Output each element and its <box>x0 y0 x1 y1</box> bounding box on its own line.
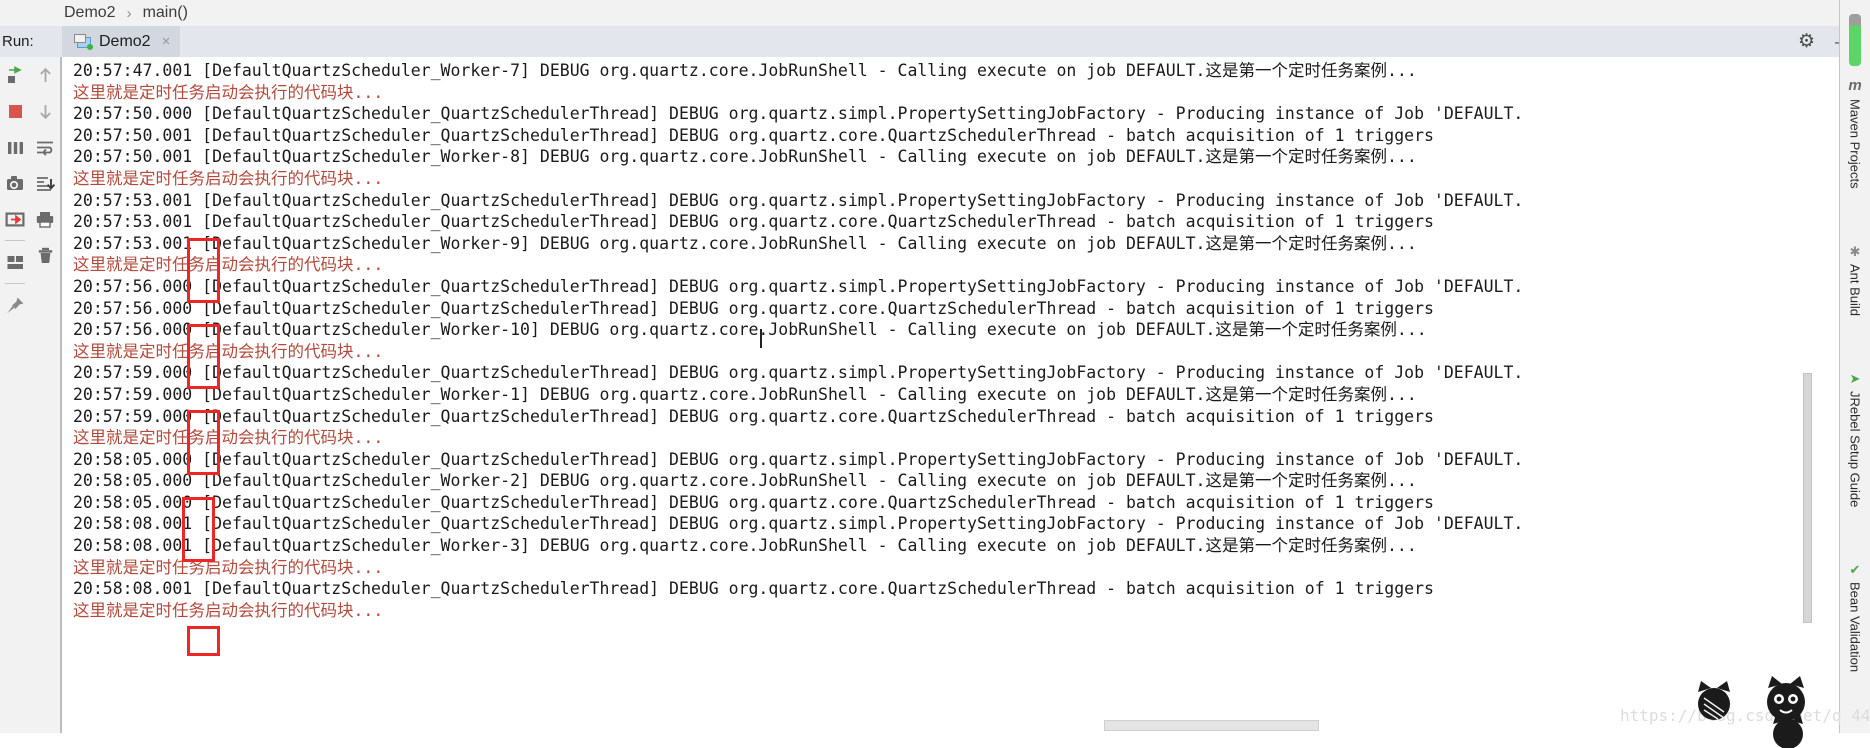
run-tab-demo2[interactable]: Demo2 × <box>62 26 181 57</box>
rrail-label: JRebel Setup Guide <box>1847 390 1863 507</box>
rrail-item-bean-validation[interactable]: ✔ Bean Validation <box>1848 557 1863 686</box>
close-icon[interactable]: × <box>162 33 171 50</box>
cat-sticker-2 <box>1768 712 1808 748</box>
rrail-label: Maven Projects <box>1847 99 1863 189</box>
bean-validation-icon: ✔ <box>1849 562 1861 577</box>
divider <box>5 240 25 241</box>
console-line-log: 20:57:53.001 [DefaultQuartzScheduler_Wor… <box>73 233 1417 253</box>
console-line-log: 20:57:59.000 [DefaultQuartzScheduler_Wor… <box>73 384 1417 404</box>
maven-icon: m <box>1848 77 1862 94</box>
watermark: https://blog.csdn.net/q 4424158 <box>1620 706 1870 725</box>
console-line-log: 20:58:05.000 [DefaultQuartzScheduler_Wor… <box>73 471 1417 491</box>
ant-icon: ✱ <box>1849 243 1861 259</box>
console-line-chinese: 这里就是定时任务启动会执行的代码块... <box>73 255 384 275</box>
rrail-item-jrebel-setup-guide[interactable]: ➤ JRebel Setup Guide <box>1848 366 1863 521</box>
console-line-log: 20:58:08.001 [DefaultQuartzScheduler_Wor… <box>73 536 1417 556</box>
soft-wrap-icon[interactable] <box>30 129 60 165</box>
pin-tab-icon[interactable] <box>0 287 30 323</box>
pause-icon[interactable] <box>0 129 30 165</box>
text-caret <box>760 329 762 348</box>
clear-all-icon[interactable] <box>30 237 60 273</box>
console-line-chinese: 这里就是定时任务启动会执行的代码块... <box>73 557 384 577</box>
ide-run-console-screenshot: Demo2 › main() Run: Demo2 × ⚙ — <box>0 0 1870 748</box>
console-line-log: 20:58:05.000 [DefaultQuartzScheduler_Qua… <box>73 449 1524 469</box>
console-line-chinese: 这里就是定时任务启动会执行的代码块... <box>73 600 384 620</box>
divider <box>5 283 25 284</box>
down-arrow-icon[interactable] <box>30 93 60 129</box>
dump-threads-icon[interactable] <box>0 165 30 201</box>
run-tab-label: Demo2 <box>99 32 151 50</box>
console-line-log: 20:57:53.001 [DefaultQuartzScheduler_Qua… <box>73 190 1524 210</box>
scroll-to-end-icon[interactable] <box>30 165 60 201</box>
scrollbar-thumb[interactable] <box>1803 373 1812 623</box>
breadcrumb: Demo2 › main() <box>0 0 1870 27</box>
console-line-log: 20:57:50.001 [DefaultQuartzScheduler_Qua… <box>73 125 1434 145</box>
console-line-log: 20:57:56.000 [DefaultQuartzScheduler_Qua… <box>73 276 1524 296</box>
console-line-log: 20:57:59.000 [DefaultQuartzScheduler_Qua… <box>73 406 1434 426</box>
layout-icon[interactable] <box>0 244 30 280</box>
stop-icon[interactable] <box>0 93 30 129</box>
restore-layout-icon[interactable] <box>0 201 30 237</box>
chevron-right-icon: › <box>126 4 132 22</box>
console-line-log: 20:57:50.001 [DefaultQuartzScheduler_Wor… <box>73 147 1417 167</box>
breadcrumb-item-method[interactable]: main() <box>141 4 190 22</box>
console-vertical-scrollbar[interactable] <box>1801 57 1814 733</box>
run-controls-rail <box>0 57 30 733</box>
console-lines: 20:57:47.001 [DefaultQuartzScheduler_Wor… <box>62 57 1523 621</box>
up-arrow-icon[interactable] <box>30 57 60 93</box>
console-line-chinese: 这里就是定时任务启动会执行的代码块... <box>73 428 384 448</box>
console-line-log: 20:58:08.001 [DefaultQuartzScheduler_Qua… <box>73 514 1524 534</box>
console-line-log: 20:58:08.001 [DefaultQuartzScheduler_Qua… <box>73 579 1434 599</box>
console-line-chinese: 这里就是定时任务启动会执行的代码块... <box>73 168 384 188</box>
console-line-chinese: 这里就是定时任务启动会执行的代码块... <box>73 341 384 361</box>
memory-indicator <box>1849 14 1861 66</box>
jrebel-icon: ➤ <box>1849 370 1861 386</box>
console-controls-rail <box>30 57 61 733</box>
settings-icon[interactable]: ⚙ <box>1798 32 1815 51</box>
rrail-label: Ant Build <box>1847 263 1863 316</box>
run-window-label: Run: <box>2 33 34 50</box>
rerun-icon[interactable] <box>0 57 30 93</box>
scrollbar-thumb[interactable] <box>1104 720 1319 731</box>
console-line-chinese: 这里就是定时任务启动会执行的代码块... <box>73 82 384 102</box>
right-tool-window-rail: m Maven Projects ✱ Ant Build ➤ JRebel Se… <box>1839 0 1870 733</box>
highlight-box-seconds-08 <box>187 626 220 656</box>
run-configuration-icon <box>74 34 93 50</box>
console-output-panel[interactable]: 20:57:47.001 [DefaultQuartzScheduler_Wor… <box>61 57 1814 733</box>
console-horizontal-scrollbar[interactable] <box>62 718 1801 733</box>
console-line-log: 20:57:59.000 [DefaultQuartzScheduler_Qua… <box>73 363 1524 383</box>
rrail-item-maven-projects[interactable]: m Maven Projects <box>1848 72 1863 203</box>
console-line-log: 20:57:47.001 [DefaultQuartzScheduler_Wor… <box>73 61 1417 80</box>
rrail-item-ant-build[interactable]: ✱ Ant Build <box>1848 239 1863 330</box>
rrail-label: Bean Validation <box>1847 582 1863 673</box>
console-line-log: 20:57:53.001 [DefaultQuartzScheduler_Qua… <box>73 212 1434 232</box>
cat-sticker-3 <box>1692 678 1736 722</box>
print-icon[interactable] <box>30 201 60 237</box>
console-line-log: 20:57:56.000 [DefaultQuartzScheduler_Qua… <box>73 298 1434 318</box>
console-line-log: 20:58:05.000 [DefaultQuartzScheduler_Qua… <box>73 492 1434 512</box>
run-tool-window-header: Run: Demo2 × ⚙ — <box>0 26 1870 57</box>
console-line-log: 20:57:50.000 [DefaultQuartzScheduler_Qua… <box>73 104 1524 124</box>
breadcrumb-item-class[interactable]: Demo2 <box>62 4 118 22</box>
console-line-log: 20:57:56.000 [DefaultQuartzScheduler_Wor… <box>73 320 1427 340</box>
